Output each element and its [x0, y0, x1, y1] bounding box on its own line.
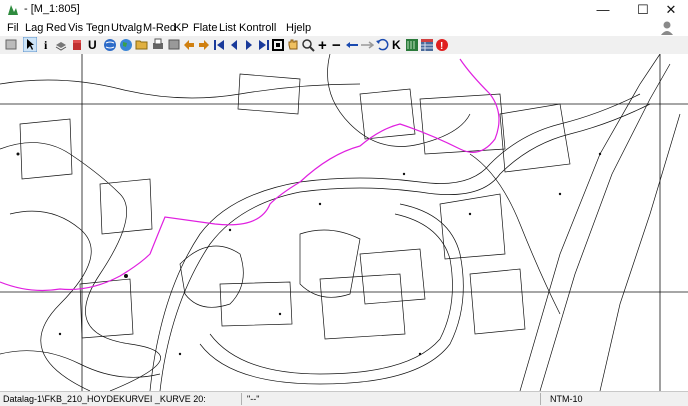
underline-glyph: U — [88, 38, 97, 52]
menu-list[interactable]: List — [219, 22, 236, 34]
title-bar: - [M_1:805] — ☐ ✕ — [0, 0, 688, 20]
open-folder-icon[interactable] — [135, 37, 149, 52]
next-icon[interactable] — [242, 37, 256, 52]
window-title: - [M_1:805] — [24, 3, 80, 15]
menu-tegn[interactable]: Tegn — [86, 22, 110, 34]
globe-icon[interactable] — [103, 37, 117, 52]
layer-table-icon[interactable] — [420, 37, 434, 52]
zoom-icon[interactable] — [301, 37, 315, 52]
zoom-extent-icon[interactable] — [271, 37, 285, 52]
menu-flate[interactable]: Flate — [193, 22, 217, 34]
arrow-right-icon[interactable] — [197, 37, 211, 52]
refresh-icon[interactable] — [375, 37, 389, 52]
menu-hjelp[interactable]: Hjelp — [286, 22, 311, 34]
status-divider — [241, 393, 242, 405]
k-glyph: K — [392, 38, 401, 52]
earth-icon[interactable] — [119, 37, 133, 52]
app-logo-icon — [8, 5, 18, 15]
pan-hand-icon[interactable] — [286, 37, 300, 52]
status-mode-text: "--" — [247, 394, 260, 404]
zoom-out-icon[interactable]: − — [330, 37, 344, 52]
close-button[interactable]: ✕ — [654, 0, 688, 20]
map-canvas[interactable] — [0, 54, 688, 391]
user-account-icon[interactable] — [660, 20, 674, 36]
status-bar: Datalag-1\FKB_210_HOYDEKURVEI _KURVE 20:… — [0, 391, 688, 406]
menu-bar: Fil Lag Red Vis Tegn Utvalg M-Red KP Fla… — [0, 20, 688, 36]
menu-fil[interactable]: Fil — [7, 22, 19, 34]
menu-utvalg[interactable]: Utvalg — [111, 22, 142, 34]
database-icon[interactable] — [70, 37, 84, 52]
move-icon[interactable] — [345, 37, 359, 52]
status-layer-text: Datalag-1\FKB_210_HOYDEKURVEI _KURVE 20: — [3, 394, 206, 404]
survey-points — [16, 152, 602, 356]
last-icon[interactable] — [257, 37, 271, 52]
measure-icon[interactable] — [360, 37, 374, 52]
ruler-icon[interactable] — [405, 37, 419, 52]
menu-kp[interactable]: KP — [174, 22, 189, 34]
alert-glyph: ! — [440, 41, 443, 52]
menu-vis[interactable]: Vis — [68, 22, 83, 34]
info-glyph: i — [44, 38, 48, 52]
toolbar: i U + − K ! — [0, 36, 688, 55]
underline-icon[interactable]: U — [86, 37, 100, 52]
k-icon[interactable]: K — [390, 37, 404, 52]
map-grid-lines — [0, 54, 688, 391]
stop-alert-icon[interactable]: ! — [435, 37, 449, 52]
first-icon[interactable] — [212, 37, 226, 52]
arrow-left-icon[interactable] — [182, 37, 196, 52]
refresh-map-icon[interactable] — [167, 37, 181, 52]
zoom-in-glyph: + — [318, 37, 327, 52]
menu-red[interactable]: Red — [46, 22, 66, 34]
layers-icon[interactable] — [54, 37, 68, 52]
contour-lines — [0, 54, 681, 391]
print-icon[interactable] — [151, 37, 165, 52]
status-divider — [540, 393, 541, 405]
map-drawing[interactable] — [0, 54, 688, 391]
status-crs-text: NTM-10 — [550, 394, 583, 404]
highlighted-contour-path[interactable] — [0, 58, 500, 292]
previous-icon[interactable] — [227, 37, 241, 52]
zoom-in-icon[interactable]: + — [316, 37, 330, 52]
menu-lag[interactable]: Lag — [25, 22, 43, 34]
info-icon[interactable]: i — [39, 37, 53, 52]
menu-kontroll[interactable]: Kontroll — [239, 22, 276, 34]
minimize-button[interactable]: — — [586, 0, 620, 20]
menu-m-red[interactable]: M-Red — [143, 22, 176, 34]
zoom-out-glyph: − — [332, 37, 341, 52]
select-arrow-icon[interactable] — [23, 37, 37, 52]
grid-view-icon[interactable] — [4, 37, 18, 52]
